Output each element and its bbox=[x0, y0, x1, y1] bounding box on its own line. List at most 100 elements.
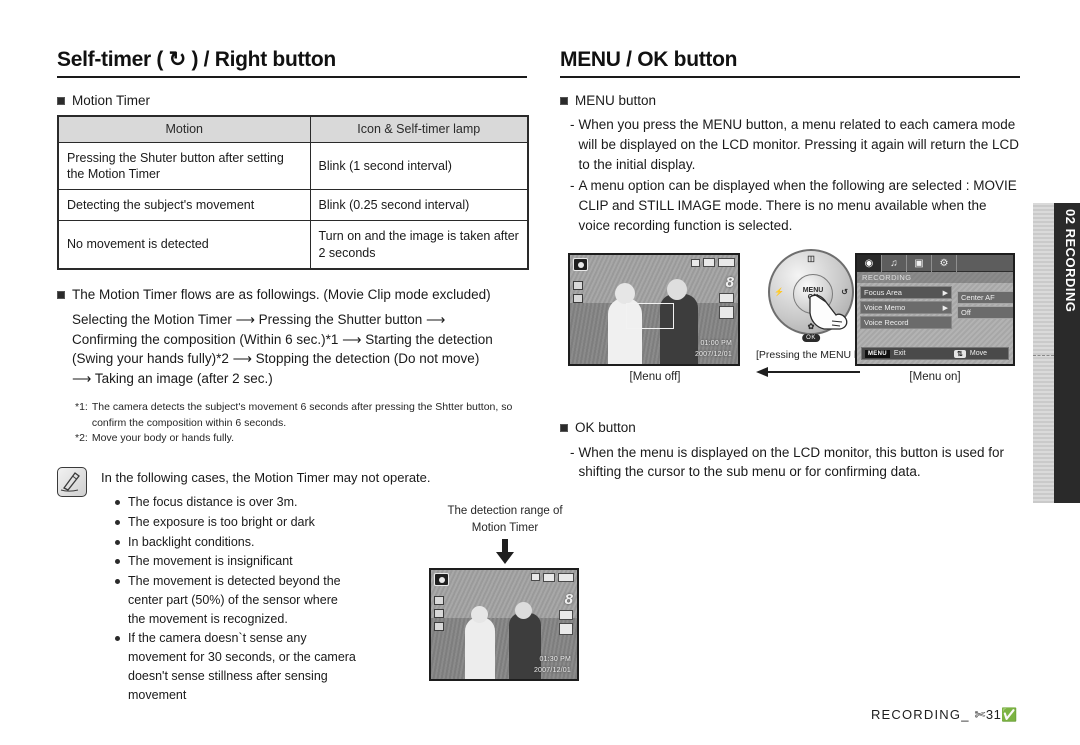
footnote-key: *2: bbox=[75, 431, 88, 444]
display-tab-icon[interactable]: ▣ bbox=[907, 255, 932, 273]
lcd-detection-preview: 8 01:30 PM 2007/12/01 bbox=[429, 567, 579, 681]
menu-item-label: Focus Area bbox=[864, 288, 902, 298]
osd-icon bbox=[719, 306, 734, 320]
lcd-osd-right: 8 bbox=[559, 592, 573, 635]
footer-page-number: ✄31✅ bbox=[974, 707, 1018, 722]
footnote-text: The camera detects the subject's movemen… bbox=[91, 401, 513, 429]
motion-timer-heading-label: Motion Timer bbox=[72, 93, 151, 109]
submenu-item-off[interactable]: Off bbox=[957, 306, 1013, 320]
right-column: MENU / OK button MENU button - When you … bbox=[560, 48, 1020, 483]
flow-body: Selecting the Motion Timer ⟶ Pressing th… bbox=[72, 310, 527, 388]
menu-item-focus-area[interactable]: Focus Area ▶ bbox=[860, 286, 952, 300]
detection-range-figure: The detection range of Motion Timer 8 01… bbox=[429, 504, 581, 681]
lcd-head-left bbox=[471, 605, 488, 623]
square-bullet-icon bbox=[57, 290, 65, 299]
lcd-osd-side-icons bbox=[434, 595, 444, 631]
side-tab-label: 02 RECORDING bbox=[1063, 209, 1078, 313]
left-arrow-icon bbox=[756, 367, 860, 378]
osd-icon bbox=[559, 609, 573, 620]
list-item: In backlight conditions. bbox=[115, 533, 357, 552]
flash-icon: ⚡ bbox=[774, 287, 784, 297]
ok-button-heading: OK button bbox=[560, 419, 1020, 437]
osd-icon bbox=[559, 622, 573, 635]
menu-button-body: - When you press the MENU button, a menu… bbox=[570, 115, 1020, 235]
camera-mode-icon bbox=[434, 572, 449, 586]
manual-page: Self-timer ( ↻ ) / Right button Motion T… bbox=[0, 0, 1080, 745]
osd-icon bbox=[531, 573, 540, 582]
dash-item: - A menu option can be displayed when th… bbox=[570, 176, 1020, 236]
osd-icon bbox=[543, 572, 555, 582]
sound-tab-icon[interactable]: ♫ bbox=[882, 255, 907, 273]
lcd-time-stamp: 01:00 PM bbox=[700, 340, 732, 348]
table-row: Pressing the Shuter button after setting… bbox=[57, 141, 529, 191]
figure-dial: ◫ ✿ ⚡ ↺ MENU OK OK [Pressing the MEN bbox=[756, 249, 887, 362]
osd-icon bbox=[691, 258, 700, 267]
chevron-right-icon: ▶ bbox=[942, 304, 948, 312]
table-header-motion: Motion bbox=[57, 115, 311, 143]
chevron-right-icon: ▶ bbox=[942, 289, 948, 297]
footnote-text: Move your body or hands fully. bbox=[91, 431, 235, 444]
flow-heading-label: The Motion Timer flows are as followings… bbox=[72, 286, 491, 302]
menu-figure-row: 8 01:00 PM 2007/12/01 [Menu off] ◫ ✿ ⚡ ↺ bbox=[560, 249, 1025, 393]
submenu-item-center-af[interactable]: Center AF bbox=[957, 291, 1013, 305]
osd-icon bbox=[573, 281, 583, 291]
pencil-note-icon bbox=[57, 466, 87, 497]
detection-caption-line1: The detection range of bbox=[447, 504, 563, 517]
navigation-dial: ◫ ✿ ⚡ ↺ MENU OK OK bbox=[768, 249, 854, 343]
figure-menu-on: ◉ ♫ ▣ ⚙ RECORDING Focus Area ▶ Voice Mem… bbox=[855, 253, 1015, 383]
footnote-key: *1: bbox=[75, 401, 88, 414]
flash-osd-icon bbox=[573, 294, 583, 304]
title-divider bbox=[560, 76, 1020, 79]
table-header-icon-lamp: Icon & Self-timer lamp bbox=[309, 115, 529, 143]
table-header-row: Motion Icon & Self-timer lamp bbox=[57, 115, 529, 143]
menu-on-caption: [Menu on] bbox=[909, 371, 961, 384]
setup-tab-icon[interactable]: ⚙ bbox=[932, 255, 957, 273]
table-cell-motion: No movement is detected bbox=[57, 220, 311, 270]
left-column: Self-timer ( ↻ ) / Right button Motion T… bbox=[57, 48, 579, 705]
note-list: The focus distance is over 3m. The expos… bbox=[57, 493, 357, 704]
battery-icon bbox=[558, 572, 574, 582]
menu-item-voice-record[interactable]: Voice Record bbox=[860, 316, 952, 330]
dash-text: When the menu is displayed on the LCD mo… bbox=[578, 444, 1004, 480]
ok-button-section: OK button - When the menu is displayed o… bbox=[560, 419, 1020, 482]
lcd-menu-on: ◉ ♫ ▣ ⚙ RECORDING Focus Area ▶ Voice Mem… bbox=[855, 253, 1015, 367]
dial-badge: OK bbox=[802, 334, 820, 343]
lcd-menu-off: 8 01:00 PM 2007/12/01 bbox=[568, 253, 740, 367]
note-area: In the following cases, the Motion Timer… bbox=[57, 464, 579, 704]
af-frame-box bbox=[626, 303, 674, 330]
updown-key-icon: ⇅ bbox=[954, 349, 966, 358]
table-row: Detecting the subject's movement Blink (… bbox=[57, 189, 529, 222]
square-bullet-icon bbox=[560, 97, 568, 106]
flow-line: ⟶ Taking an image (after 2 sec.) bbox=[72, 370, 273, 386]
lcd-time-stamp: 01:30 PM bbox=[539, 655, 571, 663]
list-item: The exposure is too bright or dark bbox=[115, 513, 357, 532]
lcd-osd-top-left bbox=[434, 572, 449, 586]
menu-screen-title: RECORDING bbox=[857, 272, 1013, 284]
list-item: If the camera doesn`t sense any movement… bbox=[115, 629, 357, 704]
camera-tab-icon[interactable]: ◉ bbox=[857, 255, 882, 273]
osd-icon bbox=[434, 621, 444, 631]
footer-section: RECORDING_ bbox=[870, 707, 970, 722]
lcd-osd-top-left bbox=[573, 258, 588, 272]
menu-button-heading-label: MENU button bbox=[575, 93, 657, 109]
note-intro-text: In the following cases, the Motion Timer… bbox=[101, 469, 431, 485]
menu-off-caption: [Menu off] bbox=[629, 371, 681, 384]
pressing-menu-caption: [Pressing the MENU button] bbox=[756, 349, 887, 362]
table-cell-lamp: Blink (0.25 second interval) bbox=[309, 189, 529, 222]
flow-line: Confirming the composition (Within 6 sec… bbox=[72, 331, 493, 347]
dash-text: A menu option can be displayed when the … bbox=[578, 177, 1017, 233]
page-title-self-timer: Self-timer ( ↻ ) / Right button bbox=[57, 48, 336, 71]
dash-marker: - bbox=[570, 444, 575, 460]
menu-item-label: Voice Memo bbox=[864, 303, 906, 313]
dash-marker: - bbox=[570, 117, 575, 133]
figure-menu-off: 8 01:00 PM 2007/12/01 [Menu off] bbox=[568, 253, 742, 383]
menu-item-voice-memo[interactable]: Voice Memo ▶ bbox=[860, 301, 952, 315]
shot-counter: 8 bbox=[564, 590, 573, 608]
shot-counter: 8 bbox=[725, 274, 734, 292]
menu-exit-label: Exit bbox=[893, 350, 906, 358]
dash-marker: - bbox=[570, 177, 575, 193]
footnote-row: *1: The camera detects the subject's mov… bbox=[75, 400, 527, 430]
flow-line: Selecting the Motion Timer ⟶ Pressing th… bbox=[72, 312, 446, 328]
flow-line: (Swing your hands fully)*2 ⟶ Stopping th… bbox=[72, 351, 480, 367]
dash-item: - When the menu is displayed on the LCD … bbox=[570, 443, 1020, 483]
